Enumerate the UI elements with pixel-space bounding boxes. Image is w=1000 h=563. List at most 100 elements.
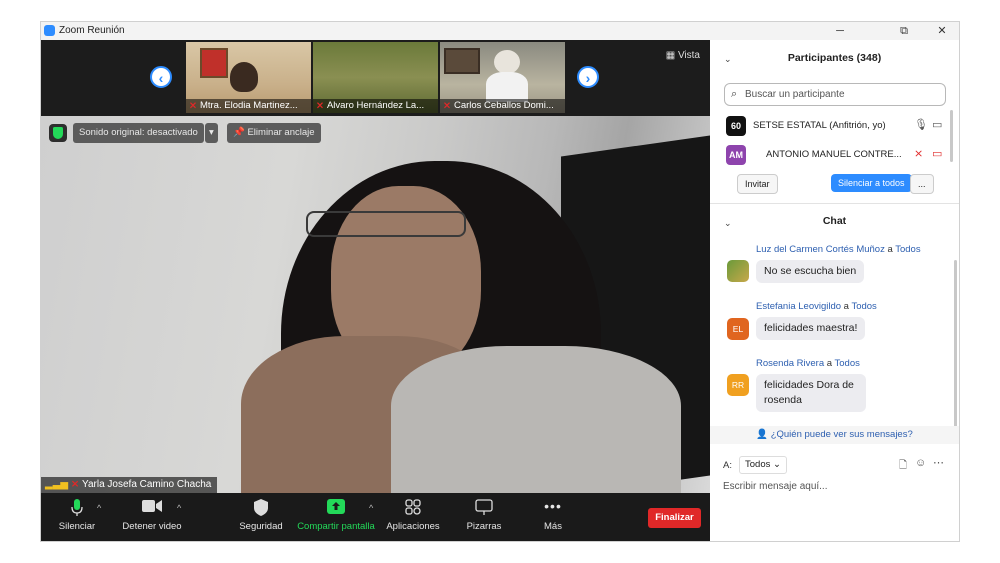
previous-page-button[interactable]: ‹	[150, 66, 172, 88]
recipient-separator: a	[824, 358, 835, 369]
title-bar: Zoom Reunión ─ ⧉ ✕	[41, 22, 959, 40]
participant-row[interactable]: 60 SETSE ESTATAL (Anfitrión, yo) 🎙 ▭	[726, 116, 948, 136]
end-meeting-button[interactable]: Finalizar	[648, 508, 701, 528]
participant-thumbnail[interactable]: ⨯ Carlos Ceballos Domi...	[440, 42, 565, 113]
active-speaker-name: Yarla Josefa Camino Chacha	[82, 479, 212, 490]
thumbnail-name: ⨯ Carlos Ceballos Domi...	[440, 99, 565, 113]
invite-button[interactable]: Invitar	[737, 174, 778, 194]
recipient-separator: a	[841, 301, 852, 312]
participant-avatar: AM	[726, 145, 746, 165]
participants-more-button[interactable]: ...	[910, 174, 934, 194]
more-dots-icon: •••	[544, 498, 562, 514]
video-off-icon[interactable]: ▭	[932, 147, 942, 160]
participants-scrollbar[interactable]	[950, 110, 953, 162]
participant-search-input[interactable]: ⌕ Buscar un participante	[724, 83, 946, 106]
thumbnail-name-text: Mtra. Elodia Martinez...	[199, 100, 298, 111]
muted-mic-icon: ⨯	[443, 100, 451, 111]
microphone-icon	[55, 499, 99, 517]
chevron-down-icon: ⌄	[770, 459, 781, 470]
recipient-dropdown[interactable]: Todos ⌄	[739, 456, 787, 474]
apps-label: Aplicaciones	[386, 521, 440, 532]
meeting-stage: ‹ ⨯ Mtra. Elodia Martinez... ⨯ Alvaro Hern…	[41, 40, 710, 541]
next-page-button[interactable]: ›	[577, 66, 599, 88]
participant-figure	[494, 50, 520, 74]
side-panel: ⌄ Participantes (348) ⌕ Buscar un partic…	[710, 40, 959, 541]
recipient-name: Todos	[834, 358, 860, 369]
active-speaker-label: ▂▃▅ ⨯ Yarla Josefa Camino Chacha	[41, 477, 218, 493]
stop-video-label: Detener video	[122, 521, 182, 532]
video-camera-icon[interactable]: ▭	[932, 118, 942, 131]
original-sound-button[interactable]: Sonido original: desactivado	[73, 123, 204, 143]
chat-message: No se escucha bien	[756, 260, 865, 283]
chat-header: Chat	[822, 215, 847, 227]
participants-header: Participantes (348)	[787, 52, 882, 64]
chat-scrollbar[interactable]	[954, 260, 957, 430]
thumbnail-name-text: Alvaro Hernández La...	[326, 100, 425, 111]
original-sound-dropdown[interactable]: ▾	[205, 123, 218, 143]
share-options-caret[interactable]: ^	[369, 503, 373, 513]
maximize-button[interactable]: ⧉	[887, 22, 921, 40]
chat-more-icon[interactable]: ⋯	[933, 456, 944, 469]
wall-picture	[200, 48, 228, 78]
file-icon[interactable]: 🗋	[899, 458, 907, 475]
sender-avatar: EL	[727, 318, 749, 340]
whiteboard-icon	[459, 499, 509, 517]
sender-name: Luz del Carmen Cortés Muñoz	[756, 244, 885, 255]
unpin-button[interactable]: 📌 Eliminar anclaje	[227, 123, 321, 143]
encryption-shield-icon	[49, 124, 67, 142]
more-button[interactable]: ••• Más	[535, 499, 571, 532]
speaker-glasses	[306, 211, 466, 237]
view-button[interactable]: ▦ Vista	[666, 50, 700, 61]
muted-mic-icon[interactable]: ⨯	[914, 147, 923, 160]
participant-thumbnail[interactable]: ⨯ Mtra. Elodia Martinez...	[186, 42, 311, 113]
recipient-name: Todos	[895, 244, 921, 255]
share-screen-label: Compartir pantalla	[297, 521, 375, 532]
who-can-see-link[interactable]: 👤 ¿Quién puede ver sus mensajes?	[710, 426, 959, 444]
audio-options-caret[interactable]: ^	[97, 503, 101, 513]
chat-message-input[interactable]: Escribir mensaje aquí...	[723, 481, 945, 492]
security-button[interactable]: Seguridad	[233, 499, 289, 532]
speaker-shirt	[391, 346, 681, 493]
pin-icon: 📌	[233, 127, 248, 138]
window-title: Zoom Reunión	[59, 25, 125, 36]
who-can-see-label: ¿Quién puede ver sus mensajes?	[770, 429, 913, 440]
thumbnail-name-text: Carlos Ceballos Domi...	[453, 100, 554, 111]
zoom-logo-icon	[44, 25, 55, 36]
participant-thumbnail[interactable]: ⨯ Alvaro Hernández La...	[313, 42, 438, 113]
thumbnail-name: ⨯ Alvaro Hernández La...	[313, 99, 438, 113]
chat-message: felicidades maestra!	[756, 317, 866, 340]
security-label: Seguridad	[239, 521, 283, 532]
emoji-icon[interactable]: ☺	[915, 457, 926, 469]
panel-divider	[710, 203, 959, 204]
sender-avatar	[727, 260, 749, 282]
recipient-name: Todos	[851, 301, 877, 312]
people-icon: 👤	[756, 429, 769, 440]
video-options-caret[interactable]: ^	[177, 503, 181, 513]
sender-avatar: RR	[727, 374, 749, 396]
meeting-toolbar: Silenciar ^ Detener video ^ Seguridad Co…	[41, 493, 710, 541]
recipient-label: A:	[723, 460, 732, 471]
wall-picture	[444, 48, 480, 74]
sender-name: Rosenda Rivera	[756, 358, 825, 369]
chat-sender: Luz del Carmen Cortés Muñoz a Todos	[756, 244, 921, 255]
grid-icon: ▦	[665, 50, 678, 61]
zoom-window: Zoom Reunión ─ ⧉ ✕ ‹ ⨯ Mtra. Elodia Marti…	[40, 21, 960, 542]
microphone-icon[interactable]: 🎙	[914, 118, 928, 131]
thumbnail-strip: ‹ ⨯ Mtra. Elodia Martinez... ⨯ Alvaro Hern…	[41, 40, 710, 116]
share-screen-button[interactable]: Compartir pantalla	[295, 499, 377, 532]
participant-name: ANTONIO MANUEL CONTRE...	[766, 149, 902, 160]
participant-name: SETSE ESTATAL (Anfitrión, yo)	[753, 120, 886, 131]
chat-message: felicidades Dora de rosenda	[756, 374, 866, 412]
mute-all-button[interactable]: Silenciar a todos	[831, 174, 912, 192]
recipient-separator: a	[884, 244, 896, 255]
apps-button[interactable]: Aplicaciones	[385, 499, 441, 532]
minimize-button[interactable]: ─	[823, 22, 857, 40]
search-icon: ⌕	[731, 88, 738, 100]
whiteboards-button[interactable]: Pizarras	[459, 499, 509, 532]
close-button[interactable]: ✕	[925, 22, 959, 40]
participant-row[interactable]: AM ANTONIO MANUEL CONTRE... ⨯ ▭	[726, 145, 948, 165]
signal-icon: ▂▃▅	[45, 479, 69, 490]
apps-icon	[385, 499, 441, 517]
participant-avatar: 60	[726, 116, 746, 136]
mute-button[interactable]: Silenciar	[55, 499, 99, 532]
